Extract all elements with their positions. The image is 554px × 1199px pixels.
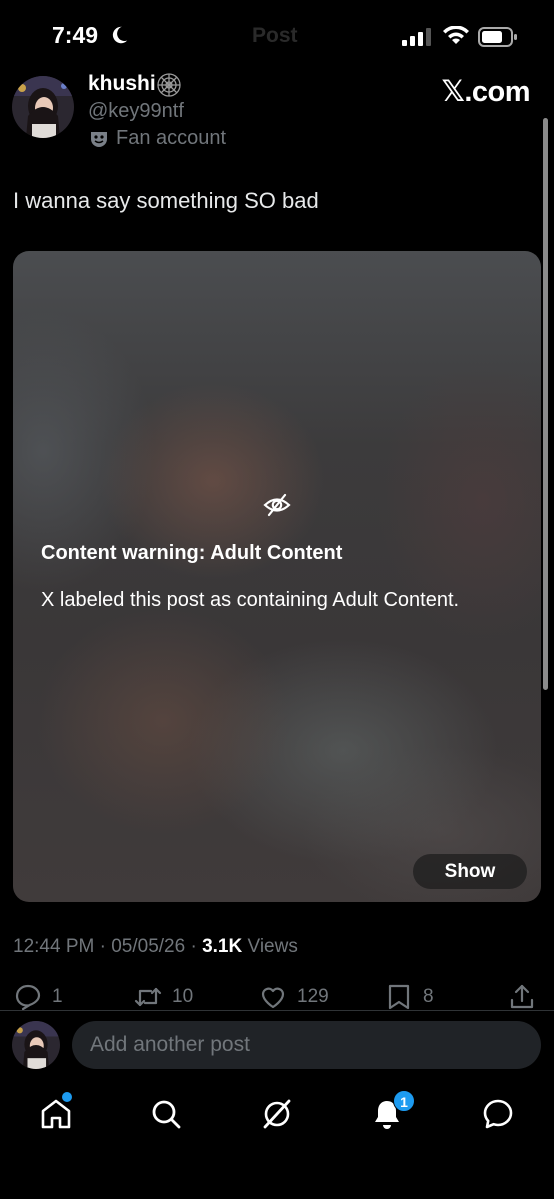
add-post-input[interactable]: Add another post	[72, 1021, 541, 1069]
home-unread-dot	[62, 1092, 72, 1102]
repost-count: 10	[172, 986, 194, 1007]
nav-messages[interactable]	[480, 1096, 516, 1132]
theater-mask-icon	[91, 132, 107, 147]
share-button[interactable]	[508, 982, 536, 1012]
status-time: 7:49	[52, 22, 99, 48]
moon-icon	[112, 26, 128, 44]
reply-icon	[15, 984, 41, 1011]
post-time[interactable]: 12:44 PM	[13, 936, 94, 957]
author-avatar[interactable]	[12, 76, 74, 138]
reply-count: 1	[52, 986, 63, 1007]
eye-off-icon	[263, 493, 291, 517]
notifications-badge: 1	[393, 1090, 415, 1112]
bookmark-icon	[388, 984, 410, 1010]
repost-button[interactable]: 10	[134, 982, 193, 1012]
post-text: I wanna say something SO bad	[13, 188, 319, 213]
divider	[0, 1010, 554, 1011]
post-date[interactable]: 05/05/26	[111, 936, 185, 957]
post-meta: 12:44 PM · 05/05/26 · 3.1K Views	[13, 936, 298, 958]
author-display-name[interactable]: khushi	[88, 72, 156, 96]
share-icon	[510, 984, 534, 1009]
battery-icon	[478, 27, 517, 47]
search-icon	[152, 1100, 181, 1129]
sensitive-media-card[interactable]: Content warning: Adult Content X labeled…	[13, 251, 541, 902]
ghost-page-title: Post	[252, 24, 298, 47]
scrollbar[interactable]	[543, 118, 548, 690]
author-handle[interactable]: @key99ntf	[88, 100, 184, 123]
grok-icon	[263, 1099, 291, 1129]
nav-grok[interactable]	[259, 1096, 295, 1132]
own-avatar[interactable]	[12, 1021, 60, 1069]
x-com-watermark: 𝕏.com	[441, 74, 530, 108]
content-warning-title: Content warning: Adult Content	[41, 542, 343, 564]
bookmark-count: 8	[423, 986, 434, 1007]
repost-icon	[134, 987, 162, 1007]
like-button[interactable]: 129	[259, 982, 329, 1012]
reply-button[interactable]: 1	[14, 982, 63, 1012]
content-warning-body: X labeled this post as containing Adult …	[41, 589, 460, 611]
views-count: 3.1K	[202, 936, 243, 957]
show-media-button[interactable]: Show	[413, 854, 527, 889]
nav-search[interactable]	[148, 1096, 184, 1132]
nav-notifications[interactable]: 1	[369, 1090, 415, 1132]
spider-web-icon	[157, 73, 181, 97]
status-bar: 7:49 Post	[0, 0, 554, 72]
meta-separator: ·	[190, 936, 197, 957]
cellular-signal-icon	[402, 28, 431, 46]
nav-home[interactable]	[38, 1092, 74, 1132]
bookmark-button[interactable]: 8	[385, 982, 434, 1012]
meta-separator: ·	[99, 936, 106, 957]
views-label: Views	[247, 936, 298, 957]
messages-icon	[483, 1099, 513, 1129]
like-count: 129	[297, 986, 329, 1007]
account-label: Fan account	[116, 127, 227, 149]
heart-icon	[261, 987, 285, 1009]
wifi-icon	[443, 26, 469, 44]
